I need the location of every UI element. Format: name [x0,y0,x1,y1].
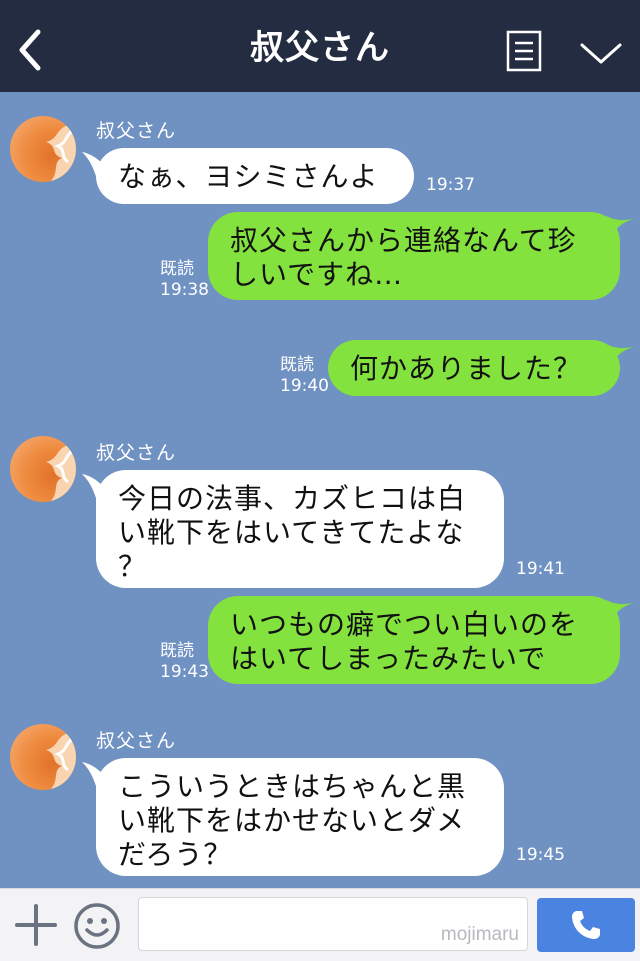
message-bubble-incoming[interactable]: こういうときはちゃんと黒 い靴下をはかせないとダメ だろう？ [96,758,504,876]
message-bubble-incoming[interactable]: なぁ、ヨシミさんよ [96,148,414,204]
message-bubble-outgoing[interactable]: いつもの癖でつい白いのを はいてしまったみたいで [208,596,620,684]
message-line: はいてしまったみたいで [230,642,547,675]
sender-name: 叔父さん [96,730,177,752]
chat-title: 叔父さん [250,28,390,68]
message-time: 19:45 [516,845,565,865]
message-time: 19:43 [160,662,209,682]
message-line: い靴下をはかせないとダメ [118,804,466,837]
add-button[interactable] [14,903,58,947]
expand-button[interactable] [578,40,624,68]
smiley-icon [74,903,120,949]
chevron-down-icon [580,43,622,64]
message-line: なぁ、ヨシミさんよ [118,160,379,193]
avatar-image [46,116,76,182]
avatar-image [46,436,76,502]
message-bubble-incoming[interactable]: 今日の法事、カズヒコは白 い靴下をはいてきてたよな ？ [96,470,504,588]
plus-icon [15,904,57,946]
read-label: 既読 [160,259,194,279]
chat-header: 叔父さん [0,0,640,92]
message-line: 叔父さんから連絡なんて珍 [230,224,577,257]
avatar[interactable] [10,116,76,182]
bubble-tail [606,216,638,240]
message-time: 19:41 [516,559,565,579]
message-input[interactable]: mojimaru [138,897,528,951]
message-line: こういうときはちゃんと黒 [118,770,467,803]
list-icon [506,30,542,72]
chat-area[interactable]: 叔父さん なぁ、ヨシミさんよ 19:37 既読 19:38 叔父さんから連絡なん… [0,92,640,888]
message-bubble-outgoing[interactable]: 何かありました？ [328,340,620,396]
read-label: 既読 [280,355,314,375]
avatar[interactable] [10,724,76,790]
read-status: 既読 19:40 [280,355,329,397]
message-line: ？ [118,550,148,583]
message-time: 19:40 [280,376,329,396]
phone-icon [572,911,600,939]
bubble-tail [606,600,638,624]
emoji-button[interactable] [72,901,122,951]
message-line: 何かありました？ [350,352,583,385]
message-line: 今日の法事、カズヒコは白 [118,482,467,515]
read-label: 既読 [160,641,194,661]
message-line: い靴下をはいてきてたよな [118,516,465,549]
avatar[interactable] [10,436,76,502]
message-time: 19:37 [426,175,475,195]
watermark: mojimaru [440,924,519,945]
read-status: 既読 19:38 [160,259,209,301]
message-time: 19:38 [160,280,209,300]
menu-button[interactable] [506,30,542,72]
message-line: だろう？ [118,838,233,871]
sender-name: 叔父さん [96,442,177,464]
read-status: 既読 19:43 [160,641,209,683]
call-button[interactable] [537,898,635,952]
bubble-tail [606,344,638,368]
message-bubble-outgoing[interactable]: 叔父さんから連絡なんて珍 しいですね… [208,212,620,300]
message-line: いつもの癖でつい白いのを [230,608,579,641]
sender-name: 叔父さん [96,120,177,142]
message-input-bar: mojimaru [0,888,640,961]
message-line: しいですね… [230,258,404,291]
avatar-image [46,724,76,790]
